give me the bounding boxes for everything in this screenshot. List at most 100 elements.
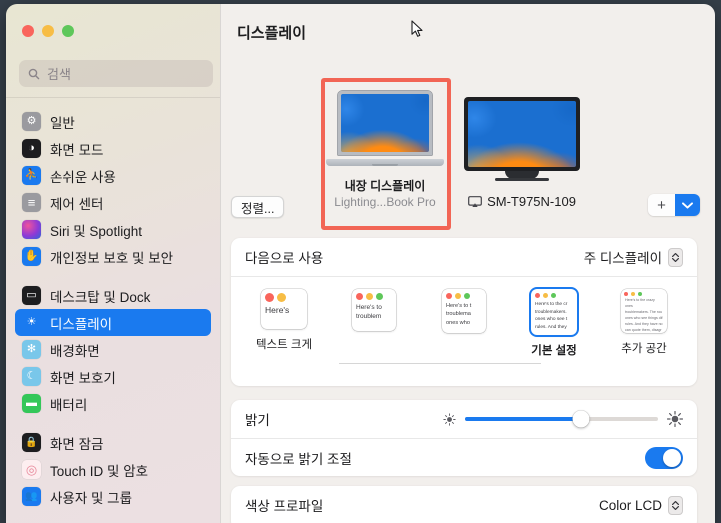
sidebar-item-label: 배터리 bbox=[50, 397, 88, 413]
color-profile-label: 색상 프로파일 bbox=[245, 499, 324, 514]
sidebar-item-label: Touch ID 및 암호 bbox=[50, 463, 149, 479]
display-external[interactable]: SM-T975N-109 bbox=[455, 79, 589, 209]
arrange-button[interactable]: 정렬... bbox=[231, 196, 285, 218]
search-container: 검색 bbox=[19, 60, 213, 87]
sidebar-item-touch-id[interactable]: ◎ Touch ID 및 암호 bbox=[15, 456, 211, 483]
gear-icon: ⚙ bbox=[22, 112, 41, 131]
resolution-list: Here's 텍스트 크게 Here's to troublem Here's … bbox=[245, 289, 683, 358]
display-builtin[interactable]: 내장 디스플레이 Lighting...Book Pro bbox=[321, 74, 449, 209]
preview-text: Here's to troublem bbox=[356, 304, 382, 321]
monitor-screen bbox=[468, 101, 576, 167]
close-button[interactable] bbox=[22, 25, 34, 37]
preview-window-dots bbox=[261, 289, 307, 305]
resolution-option-larger-text[interactable]: Here's 텍스트 크게 bbox=[245, 289, 323, 352]
add-display-group: + bbox=[648, 194, 700, 216]
sidebar-nav: ⚙ 일반 ◑ 화면 모드 ⛹ 손쉬운 사용 ≡ 제어 센터 Siri 및 Spo… bbox=[6, 108, 220, 510]
mouse-cursor bbox=[411, 20, 423, 37]
search-input[interactable]: 검색 bbox=[19, 60, 213, 87]
color-profile-popup[interactable]: Color LCD bbox=[599, 495, 683, 515]
display-picker: 내장 디스플레이 Lighting...Book Pro SM-T975N-10… bbox=[221, 66, 715, 234]
sidebar-divider bbox=[6, 97, 220, 98]
color-profile-row: 색상 프로파일 Color LCD bbox=[231, 486, 697, 523]
wallpaper-preview bbox=[341, 94, 429, 152]
screensaver-icon: ☾ bbox=[22, 367, 41, 386]
brightness-high-icon bbox=[667, 411, 683, 427]
chevron-down-icon bbox=[682, 201, 693, 209]
zoom-button[interactable] bbox=[62, 25, 74, 37]
resolution-option-2[interactable]: Here's to troublem bbox=[335, 289, 413, 338]
control-center-icon: ≡ bbox=[22, 193, 41, 212]
resolution-options: Here's 텍스트 크게 Here's to troublem Here's … bbox=[231, 276, 697, 384]
add-display-button[interactable]: + bbox=[648, 194, 675, 216]
search-icon bbox=[28, 68, 40, 79]
preview-window-dots bbox=[621, 289, 667, 298]
preview-text: Here's to t troublema ones who bbox=[446, 303, 472, 326]
resolution-option-more-space[interactable]: Here's to the crazy ones troublemakers. T… bbox=[605, 289, 683, 356]
resolution-preview: Here's bbox=[261, 289, 307, 329]
sidebar-item-accessibility[interactable]: ⛹ 손쉬운 사용 bbox=[15, 162, 211, 189]
add-display-menu-button[interactable] bbox=[675, 194, 700, 216]
monitor-foot bbox=[495, 178, 549, 181]
sidebar-item-lock-screen[interactable]: 🔒 화면 잠금 bbox=[15, 429, 211, 456]
use-as-value: 주 디스플레이 bbox=[583, 251, 662, 266]
preview-text: Here's bbox=[265, 305, 290, 315]
brightness-card: 밝기 자동으로 밝기 조절 bbox=[231, 400, 697, 476]
sidebar-item-desktop-dock[interactable]: ▭ 데스크탑 및 Dock bbox=[15, 282, 211, 309]
resolution-connector-line bbox=[339, 363, 541, 364]
laptop-base bbox=[326, 159, 444, 166]
sidebar-item-siri-spotlight[interactable]: Siri 및 Spotlight bbox=[15, 216, 211, 243]
sidebar-item-control-center[interactable]: ≡ 제어 센터 bbox=[15, 189, 211, 216]
toggle-knob bbox=[663, 448, 681, 467]
sidebar-item-label: 화면 잠금 bbox=[50, 436, 104, 452]
sidebar-item-displays[interactable]: ☀ 디스플레이 bbox=[15, 309, 211, 336]
resolution-label: 텍스트 크게 bbox=[255, 339, 313, 351]
resolution-label: 추가 공간 bbox=[621, 343, 667, 355]
use-as-popup[interactable]: 주 디스플레이 bbox=[584, 247, 683, 267]
sidebar-item-wallpaper[interactable]: ✻ 배경화면 bbox=[15, 336, 211, 363]
brightness-row: 밝기 bbox=[231, 400, 697, 438]
sidebar-item-label: 데스크탑 및 Dock bbox=[50, 289, 151, 305]
sidebar-group-1: ⚙ 일반 ◑ 화면 모드 ⛹ 손쉬운 사용 ≡ 제어 센터 Siri 및 Spo… bbox=[6, 108, 220, 270]
sidebar-item-label: 개인정보 보호 및 보안 bbox=[50, 250, 174, 266]
auto-brightness-toggle[interactable] bbox=[645, 446, 683, 469]
sidebar-item-users-groups[interactable]: 👥 사용자 및 그룹 bbox=[15, 483, 211, 510]
preview-window-dots bbox=[442, 289, 486, 302]
sidebar: 검색 ⚙ 일반 ◑ 화면 모드 ⛹ 손쉬운 사용 ≡ 제어 센터 Siri 및 … bbox=[6, 4, 220, 523]
display-config-card: 다음으로 사용 주 디스플레이 Here's 텍스트 크게 Here's to … bbox=[231, 238, 697, 386]
resolution-option-3[interactable]: Here's to t troublema ones who bbox=[425, 289, 503, 340]
brightness-track[interactable] bbox=[465, 410, 658, 428]
preview-text: Here's to the cr troublemakers. ones who s… bbox=[535, 302, 568, 331]
sidebar-item-battery[interactable]: ▬ 배터리 bbox=[15, 390, 211, 417]
resolution-preview: Here's to the crazy ones troublemakers. T… bbox=[621, 289, 667, 333]
main-panel: 디스플레이 내장 디스플레이 Lighting...Book Pro SM-T9… bbox=[220, 4, 715, 523]
brightness-fill bbox=[465, 417, 581, 421]
brightness-slider[interactable] bbox=[443, 410, 683, 428]
sidebar-group-3: 🔒 화면 잠금 ◎ Touch ID 및 암호 👥 사용자 및 그룹 bbox=[6, 429, 220, 510]
sidebar-item-label: 화면 보호기 bbox=[50, 370, 116, 386]
users-groups-icon: 👥 bbox=[22, 487, 41, 506]
chevron-updown-icon bbox=[668, 495, 683, 515]
battery-icon: ▬ bbox=[22, 394, 41, 413]
display-brightness-icon: ☀ bbox=[22, 313, 41, 332]
sidebar-item-screensaver[interactable]: ☾ 화면 보호기 bbox=[15, 363, 211, 390]
sidebar-item-appearance[interactable]: ◑ 화면 모드 bbox=[15, 135, 211, 162]
wallpaper-preview bbox=[468, 101, 576, 167]
sidebar-item-label: 화면 모드 bbox=[50, 142, 104, 158]
minimize-button[interactable] bbox=[42, 25, 54, 37]
sidebar-item-general[interactable]: ⚙ 일반 bbox=[15, 108, 211, 135]
desktop-background: 검색 ⚙ 일반 ◑ 화면 모드 ⛹ 손쉬운 사용 ≡ 제어 센터 Siri 및 … bbox=[0, 0, 721, 523]
resolution-label: 기본 설정 bbox=[531, 345, 577, 357]
display-thumbnails: 내장 디스플레이 Lighting...Book Pro SM-T975N-10… bbox=[321, 74, 589, 209]
resolution-option-default[interactable]: Here's to the cr troublemakers. ones who s… bbox=[515, 289, 593, 358]
siri-icon bbox=[22, 220, 41, 239]
sidebar-item-privacy-security[interactable]: ✋ 개인정보 보호 및 보안 bbox=[15, 243, 211, 270]
laptop-lid bbox=[337, 90, 433, 156]
brightness-thumb[interactable] bbox=[572, 410, 590, 428]
search-placeholder: 검색 bbox=[47, 67, 71, 82]
chevron-updown-icon bbox=[668, 247, 683, 267]
selection-caret bbox=[376, 226, 394, 234]
use-as-row: 다음으로 사용 주 디스플레이 bbox=[231, 238, 697, 276]
preview-text: Here's to the crazy ones troublemakers. T… bbox=[625, 298, 663, 332]
sidebar-item-label: Siri 및 Spotlight bbox=[50, 223, 142, 239]
